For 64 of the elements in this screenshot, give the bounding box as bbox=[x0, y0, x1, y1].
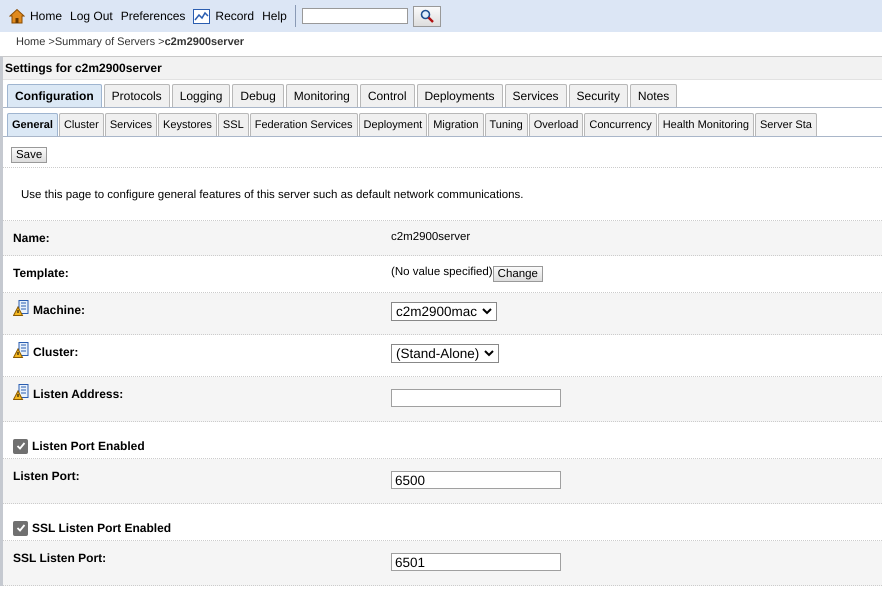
toolbar-link[interactable]: Record bbox=[215, 9, 254, 23]
field-value: c2m2900server bbox=[391, 231, 470, 243]
checkbox[interactable] bbox=[13, 520, 28, 536]
tab[interactable]: Deployment bbox=[358, 113, 428, 136]
tab[interactable]: Migration bbox=[428, 113, 484, 136]
settings-title: Settings for c2m2900server bbox=[3, 57, 882, 80]
chevron-down-icon bbox=[482, 308, 492, 315]
tab[interactable]: Services bbox=[104, 113, 157, 136]
field-label: SSL Listen Port Enabled bbox=[32, 521, 172, 535]
tab[interactable]: Health Monitoring bbox=[658, 113, 754, 136]
field-label: Cluster: bbox=[33, 345, 78, 359]
search-button[interactable] bbox=[412, 6, 441, 26]
field-label: Listen Port Enabled bbox=[32, 439, 145, 453]
tab[interactable]: Protocols bbox=[104, 84, 170, 107]
tab[interactable]: Logging bbox=[172, 84, 230, 107]
warning-list-icon bbox=[13, 384, 30, 401]
tab[interactable]: SSL bbox=[218, 113, 249, 136]
field-value: (No value specified) bbox=[391, 266, 493, 278]
tab[interactable]: Monitoring bbox=[286, 84, 358, 107]
warning-list-icon bbox=[13, 342, 30, 359]
field-label: Listen Port: bbox=[13, 469, 80, 483]
tab[interactable]: Server Sta bbox=[754, 113, 817, 136]
search-icon bbox=[420, 9, 434, 23]
breadcrumb-current: c2m2900server bbox=[164, 36, 244, 48]
chevron-down-icon bbox=[484, 350, 494, 357]
toolbar-link[interactable]: Preferences bbox=[120, 9, 186, 23]
tab[interactable]: General bbox=[7, 113, 58, 136]
tab[interactable]: Security bbox=[568, 84, 628, 107]
checkmark-icon bbox=[16, 523, 26, 533]
tab[interactable]: Deployments bbox=[416, 84, 503, 107]
input-field[interactable] bbox=[391, 389, 561, 407]
field-label: Name: bbox=[13, 231, 50, 245]
tab[interactable]: Control bbox=[360, 84, 414, 107]
toolbar-link[interactable]: Home bbox=[30, 9, 62, 23]
checkbox[interactable] bbox=[13, 438, 28, 454]
breadcrumb-link[interactable]: Summary of Servers > bbox=[54, 36, 165, 48]
tab[interactable]: Cluster bbox=[58, 113, 104, 136]
checkmark-icon bbox=[16, 441, 26, 451]
tab[interactable]: Configuration bbox=[7, 84, 102, 107]
input-field[interactable]: 6500 bbox=[391, 471, 561, 489]
field-label: Template: bbox=[13, 266, 69, 280]
chart-icon[interactable] bbox=[193, 8, 210, 24]
save-button[interactable]: Save bbox=[11, 147, 48, 163]
tab[interactable]: Concurrency bbox=[584, 113, 657, 136]
tab[interactable]: Overload bbox=[528, 113, 584, 136]
change-button[interactable]: Change bbox=[492, 266, 543, 282]
toolbar-link[interactable]: Log Out bbox=[70, 9, 113, 23]
dropdown[interactable]: c2m2900mac bbox=[391, 302, 498, 321]
search-field[interactable] bbox=[302, 8, 408, 24]
tab[interactable]: Services bbox=[504, 84, 567, 107]
tab[interactable]: Tuning bbox=[484, 113, 528, 136]
breadcrumb-link[interactable]: Home > bbox=[16, 36, 55, 48]
dropdown[interactable]: (Stand-Alone) bbox=[391, 344, 500, 363]
toolbar-link[interactable]: Help bbox=[262, 9, 287, 23]
tab[interactable]: Notes bbox=[630, 84, 678, 107]
tab[interactable]: Debug bbox=[232, 84, 284, 107]
input-field[interactable]: 6501 bbox=[391, 553, 561, 571]
warning-list-icon bbox=[13, 300, 30, 317]
tab[interactable]: Keystores bbox=[158, 113, 217, 136]
tab[interactable]: Federation Services bbox=[250, 113, 358, 136]
field-label: Machine: bbox=[33, 303, 86, 317]
home-icon[interactable] bbox=[9, 8, 25, 24]
field-label: SSL Listen Port: bbox=[13, 551, 106, 565]
field-label: Listen Address: bbox=[33, 387, 124, 401]
